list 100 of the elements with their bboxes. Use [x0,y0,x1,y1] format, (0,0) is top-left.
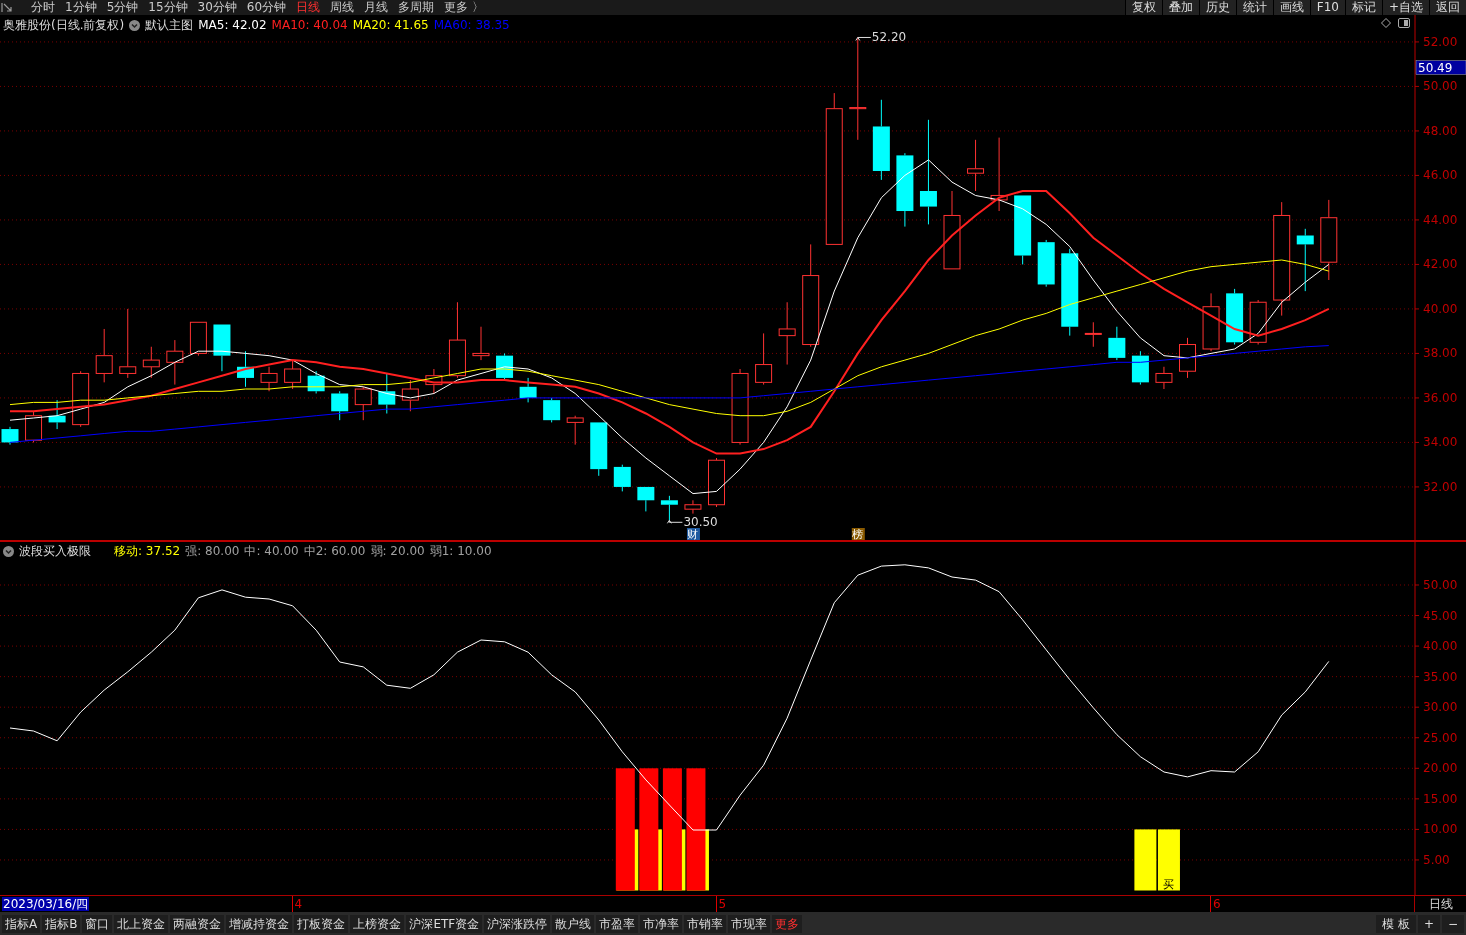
buy-signal-label: 买 [1162,877,1174,891]
price-marker-label: 30.50 [683,515,718,530]
period-tab[interactable]: 更多 〉 [439,0,489,15]
candlestick [1249,299,1267,346]
toolbar-button[interactable]: − [1442,914,1464,933]
candlestick [519,377,537,403]
axis-label: 50.00 [1423,79,1458,94]
indicator-tab[interactable]: 打板资金 [294,914,349,933]
back-icon[interactable] [0,1,14,14]
panel-toggle-icon[interactable] [1398,18,1410,28]
axis-label: 44.00 [1423,212,1458,227]
candlestick [967,139,985,192]
period-label: 日线 [1427,896,1454,912]
indicator-tab[interactable]: 市销率 [684,914,727,933]
candlestick [237,350,254,388]
candlestick [48,399,66,430]
axis-label: 42.00 [1423,257,1458,272]
legend-value: 弱1: 10.00 [429,543,492,560]
axis-label: 40.00 [1423,639,1458,654]
candlestick [1296,228,1314,292]
indicator-tab[interactable]: 指标B [42,914,81,933]
indicator-tab[interactable]: 市现率 [728,914,771,933]
toggle-icon[interactable] [129,19,141,31]
period-tab[interactable]: 60分钟 [241,0,292,15]
period-tab[interactable]: 1分钟 [60,0,102,15]
period-tab[interactable]: 日线 [291,0,326,15]
toolbar-button[interactable]: 画线 [1272,0,1310,15]
candlestick [1108,326,1126,361]
candlestick [166,339,184,386]
indicator-tab[interactable]: 市盈率 [596,914,639,933]
price-marker-arrow [666,519,683,524]
toolbar-button[interactable]: 统计 [1235,0,1273,15]
stock-title: 奥雅股份(日线.前复权) [3,17,125,34]
candlestick [1226,288,1244,346]
candlestick [72,370,90,428]
toolbar-button[interactable]: 标记 [1344,0,1382,15]
candlestick [425,368,443,394]
candlestick [213,324,231,372]
candlestick [590,421,608,477]
candlestick [778,301,796,366]
toolbar-button[interactable]: 返回 [1429,0,1466,15]
candlestick [708,457,725,508]
axis-label: 38.00 [1423,346,1458,361]
axis-label: 25.00 [1423,730,1458,745]
diamond-icon[interactable] [1381,18,1391,28]
event-tag: 财 [686,528,700,541]
indicator-tab[interactable]: 沪深涨跌停 [484,914,551,933]
axis-label: 20.00 [1423,761,1458,776]
indicator-tab[interactable]: 窗口 [82,914,113,933]
toolbar-button[interactable]: 叠加 [1161,0,1199,15]
candlestick [284,359,302,390]
indicator-tab[interactable]: 散户线 [552,914,595,933]
date-label: 2023/03/16/四 [2,897,90,911]
indicator-tab[interactable]: 北上资金 [114,914,169,933]
legend-value: 强: 80.00 [185,543,240,560]
price-marker-label: 52.20 [871,30,907,45]
candlestick [1084,321,1102,348]
candlestick [1,426,19,446]
indicator-tab[interactable]: 指标A [2,914,41,933]
toolbar-button[interactable]: 模 板 [1376,914,1416,933]
indicator-tab[interactable]: 沪深ETF资金 [406,914,483,933]
candlestick [307,370,325,394]
candlestick [142,346,160,379]
indicator-tab[interactable]: 增减持资金 [226,914,293,933]
event-tag: 榜 [851,528,865,541]
candlestick [543,397,561,423]
axis-label: 30.00 [1423,700,1458,715]
template-label: 默认主图 [145,17,194,34]
period-tab[interactable]: 30分钟 [192,0,242,15]
indicator-title: 波段买入极限 [19,543,91,560]
indicator-tab[interactable]: 更多 [772,914,803,933]
toggle-icon[interactable] [3,545,14,557]
candlestick [260,366,278,392]
period-tab[interactable]: 分时 [26,0,60,15]
axis-label: 36.00 [1423,390,1458,405]
indicator-tab[interactable]: 市净率 [640,914,683,933]
toolbar-button[interactable]: + [1418,914,1440,933]
candlestick [401,379,419,412]
legend-value: 中: 40.00 [244,543,299,560]
indicator-tab[interactable]: 两融资金 [170,914,225,933]
toolbar-button[interactable]: 复权 [1124,0,1162,15]
axis-label: 46.00 [1423,168,1458,183]
period-tab[interactable]: 多周期 [393,0,440,15]
toolbar-button[interactable]: +自选 [1381,0,1429,15]
period-tab[interactable]: 5分钟 [101,0,144,15]
legend-value: MA10: 40.04 [271,17,348,34]
candlestick [119,308,137,379]
candlestick [1155,366,1173,390]
period-tab[interactable]: 周线 [325,0,360,15]
candlestick [189,321,207,357]
legend-value: 移动: 37.52 [114,543,181,560]
toolbar-button[interactable]: 历史 [1198,0,1236,15]
period-tab[interactable]: 15分钟 [143,0,193,15]
candlestick [472,326,490,361]
signal-bar [1134,829,1157,891]
axis-label: 10.00 [1423,822,1458,837]
toolbar-button[interactable]: F10 [1309,0,1345,15]
candlestick [1014,194,1032,265]
period-tab[interactable]: 月线 [359,0,394,15]
indicator-tab[interactable]: 上榜资金 [350,914,405,933]
